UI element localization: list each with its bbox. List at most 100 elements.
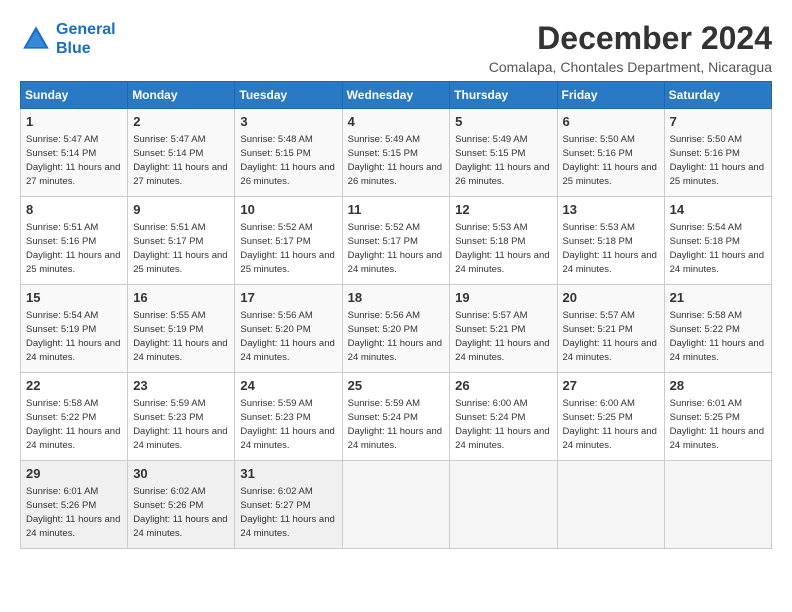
day-number: 25 [348, 377, 445, 395]
day-cell: 1 Sunrise: 5:47 AMSunset: 5:14 PMDayligh… [21, 109, 128, 197]
day-cell: 4 Sunrise: 5:49 AMSunset: 5:15 PMDayligh… [342, 109, 450, 197]
day-header-wednesday: Wednesday [342, 82, 450, 109]
day-number: 31 [240, 465, 336, 483]
day-number: 11 [348, 201, 445, 219]
day-number: 1 [26, 113, 122, 131]
week-row-4: 22 Sunrise: 5:58 AMSunset: 5:22 PMDaylig… [21, 373, 772, 461]
day-number: 20 [563, 289, 659, 307]
day-cell: 15 Sunrise: 5:54 AMSunset: 5:19 PMDaylig… [21, 285, 128, 373]
day-number: 29 [26, 465, 122, 483]
day-number: 3 [240, 113, 336, 131]
day-cell [450, 461, 557, 549]
logo-icon [20, 23, 52, 55]
day-cell [557, 461, 664, 549]
day-content: Sunrise: 5:59 AMSunset: 5:24 PMDaylight:… [348, 398, 442, 451]
title-area: December 2024 Comalapa, Chontales Depart… [489, 20, 772, 75]
day-cell: 22 Sunrise: 5:58 AMSunset: 5:22 PMDaylig… [21, 373, 128, 461]
day-header-tuesday: Tuesday [235, 82, 342, 109]
day-content: Sunrise: 5:47 AMSunset: 5:14 PMDaylight:… [133, 134, 227, 187]
day-content: Sunrise: 6:02 AMSunset: 5:27 PMDaylight:… [240, 486, 334, 539]
week-row-3: 15 Sunrise: 5:54 AMSunset: 5:19 PMDaylig… [21, 285, 772, 373]
day-cell: 31 Sunrise: 6:02 AMSunset: 5:27 PMDaylig… [235, 461, 342, 549]
week-row-2: 8 Sunrise: 5:51 AMSunset: 5:16 PMDayligh… [21, 197, 772, 285]
header: General Blue December 2024 Comalapa, Cho… [20, 20, 772, 75]
day-cell: 21 Sunrise: 5:58 AMSunset: 5:22 PMDaylig… [664, 285, 771, 373]
day-content: Sunrise: 5:55 AMSunset: 5:19 PMDaylight:… [133, 310, 227, 363]
day-number: 15 [26, 289, 122, 307]
logo: General Blue [20, 20, 116, 58]
day-header-thursday: Thursday [450, 82, 557, 109]
day-content: Sunrise: 5:52 AMSunset: 5:17 PMDaylight:… [240, 222, 334, 275]
logo-line2: Blue [56, 40, 91, 57]
day-content: Sunrise: 5:49 AMSunset: 5:15 PMDaylight:… [455, 134, 549, 187]
week-row-5: 29 Sunrise: 6:01 AMSunset: 5:26 PMDaylig… [21, 461, 772, 549]
day-number: 4 [348, 113, 445, 131]
day-cell: 3 Sunrise: 5:48 AMSunset: 5:15 PMDayligh… [235, 109, 342, 197]
day-content: Sunrise: 5:58 AMSunset: 5:22 PMDaylight:… [26, 398, 120, 451]
day-content: Sunrise: 6:01 AMSunset: 5:25 PMDaylight:… [670, 398, 764, 451]
day-number: 18 [348, 289, 445, 307]
day-cell: 13 Sunrise: 5:53 AMSunset: 5:18 PMDaylig… [557, 197, 664, 285]
day-content: Sunrise: 6:02 AMSunset: 5:26 PMDaylight:… [133, 486, 227, 539]
logo-text: General Blue [56, 20, 116, 58]
day-number: 26 [455, 377, 551, 395]
day-cell [664, 461, 771, 549]
day-content: Sunrise: 5:49 AMSunset: 5:15 PMDaylight:… [348, 134, 442, 187]
day-content: Sunrise: 5:59 AMSunset: 5:23 PMDaylight:… [240, 398, 334, 451]
day-content: Sunrise: 5:54 AMSunset: 5:18 PMDaylight:… [670, 222, 764, 275]
day-number: 30 [133, 465, 229, 483]
day-header-monday: Monday [128, 82, 235, 109]
day-number: 5 [455, 113, 551, 131]
day-number: 28 [670, 377, 766, 395]
day-cell: 30 Sunrise: 6:02 AMSunset: 5:26 PMDaylig… [128, 461, 235, 549]
day-cell: 10 Sunrise: 5:52 AMSunset: 5:17 PMDaylig… [235, 197, 342, 285]
day-cell: 2 Sunrise: 5:47 AMSunset: 5:14 PMDayligh… [128, 109, 235, 197]
day-cell: 17 Sunrise: 5:56 AMSunset: 5:20 PMDaylig… [235, 285, 342, 373]
day-content: Sunrise: 5:53 AMSunset: 5:18 PMDaylight:… [563, 222, 657, 275]
day-content: Sunrise: 5:47 AMSunset: 5:14 PMDaylight:… [26, 134, 120, 187]
day-cell: 12 Sunrise: 5:53 AMSunset: 5:18 PMDaylig… [450, 197, 557, 285]
day-cell: 5 Sunrise: 5:49 AMSunset: 5:15 PMDayligh… [450, 109, 557, 197]
day-number: 12 [455, 201, 551, 219]
day-cell: 23 Sunrise: 5:59 AMSunset: 5:23 PMDaylig… [128, 373, 235, 461]
day-cell: 16 Sunrise: 5:55 AMSunset: 5:19 PMDaylig… [128, 285, 235, 373]
day-content: Sunrise: 5:57 AMSunset: 5:21 PMDaylight:… [563, 310, 657, 363]
day-number: 27 [563, 377, 659, 395]
day-cell: 28 Sunrise: 6:01 AMSunset: 5:25 PMDaylig… [664, 373, 771, 461]
day-content: Sunrise: 5:52 AMSunset: 5:17 PMDaylight:… [348, 222, 442, 275]
day-number: 2 [133, 113, 229, 131]
day-number: 6 [563, 113, 659, 131]
week-row-1: 1 Sunrise: 5:47 AMSunset: 5:14 PMDayligh… [21, 109, 772, 197]
day-content: Sunrise: 6:00 AMSunset: 5:24 PMDaylight:… [455, 398, 549, 451]
day-number: 7 [670, 113, 766, 131]
day-cell: 11 Sunrise: 5:52 AMSunset: 5:17 PMDaylig… [342, 197, 450, 285]
day-cell: 8 Sunrise: 5:51 AMSunset: 5:16 PMDayligh… [21, 197, 128, 285]
day-header-friday: Friday [557, 82, 664, 109]
day-cell: 20 Sunrise: 5:57 AMSunset: 5:21 PMDaylig… [557, 285, 664, 373]
day-cell: 26 Sunrise: 6:00 AMSunset: 5:24 PMDaylig… [450, 373, 557, 461]
day-content: Sunrise: 5:56 AMSunset: 5:20 PMDaylight:… [348, 310, 442, 363]
day-cell: 9 Sunrise: 5:51 AMSunset: 5:17 PMDayligh… [128, 197, 235, 285]
location-title: Comalapa, Chontales Department, Nicaragu… [489, 59, 772, 75]
day-header-sunday: Sunday [21, 82, 128, 109]
day-content: Sunrise: 5:59 AMSunset: 5:23 PMDaylight:… [133, 398, 227, 451]
day-content: Sunrise: 5:54 AMSunset: 5:19 PMDaylight:… [26, 310, 120, 363]
day-number: 24 [240, 377, 336, 395]
day-content: Sunrise: 5:58 AMSunset: 5:22 PMDaylight:… [670, 310, 764, 363]
day-number: 21 [670, 289, 766, 307]
day-content: Sunrise: 5:50 AMSunset: 5:16 PMDaylight:… [670, 134, 764, 187]
day-number: 14 [670, 201, 766, 219]
logo-line1: General [56, 21, 116, 38]
day-cell: 7 Sunrise: 5:50 AMSunset: 5:16 PMDayligh… [664, 109, 771, 197]
day-number: 19 [455, 289, 551, 307]
day-number: 17 [240, 289, 336, 307]
day-content: Sunrise: 5:51 AMSunset: 5:16 PMDaylight:… [26, 222, 120, 275]
day-content: Sunrise: 5:53 AMSunset: 5:18 PMDaylight:… [455, 222, 549, 275]
days-header-row: SundayMondayTuesdayWednesdayThursdayFrid… [21, 82, 772, 109]
day-cell: 19 Sunrise: 5:57 AMSunset: 5:21 PMDaylig… [450, 285, 557, 373]
day-cell [342, 461, 450, 549]
day-content: Sunrise: 5:48 AMSunset: 5:15 PMDaylight:… [240, 134, 334, 187]
day-number: 10 [240, 201, 336, 219]
day-cell: 24 Sunrise: 5:59 AMSunset: 5:23 PMDaylig… [235, 373, 342, 461]
day-content: Sunrise: 6:00 AMSunset: 5:25 PMDaylight:… [563, 398, 657, 451]
